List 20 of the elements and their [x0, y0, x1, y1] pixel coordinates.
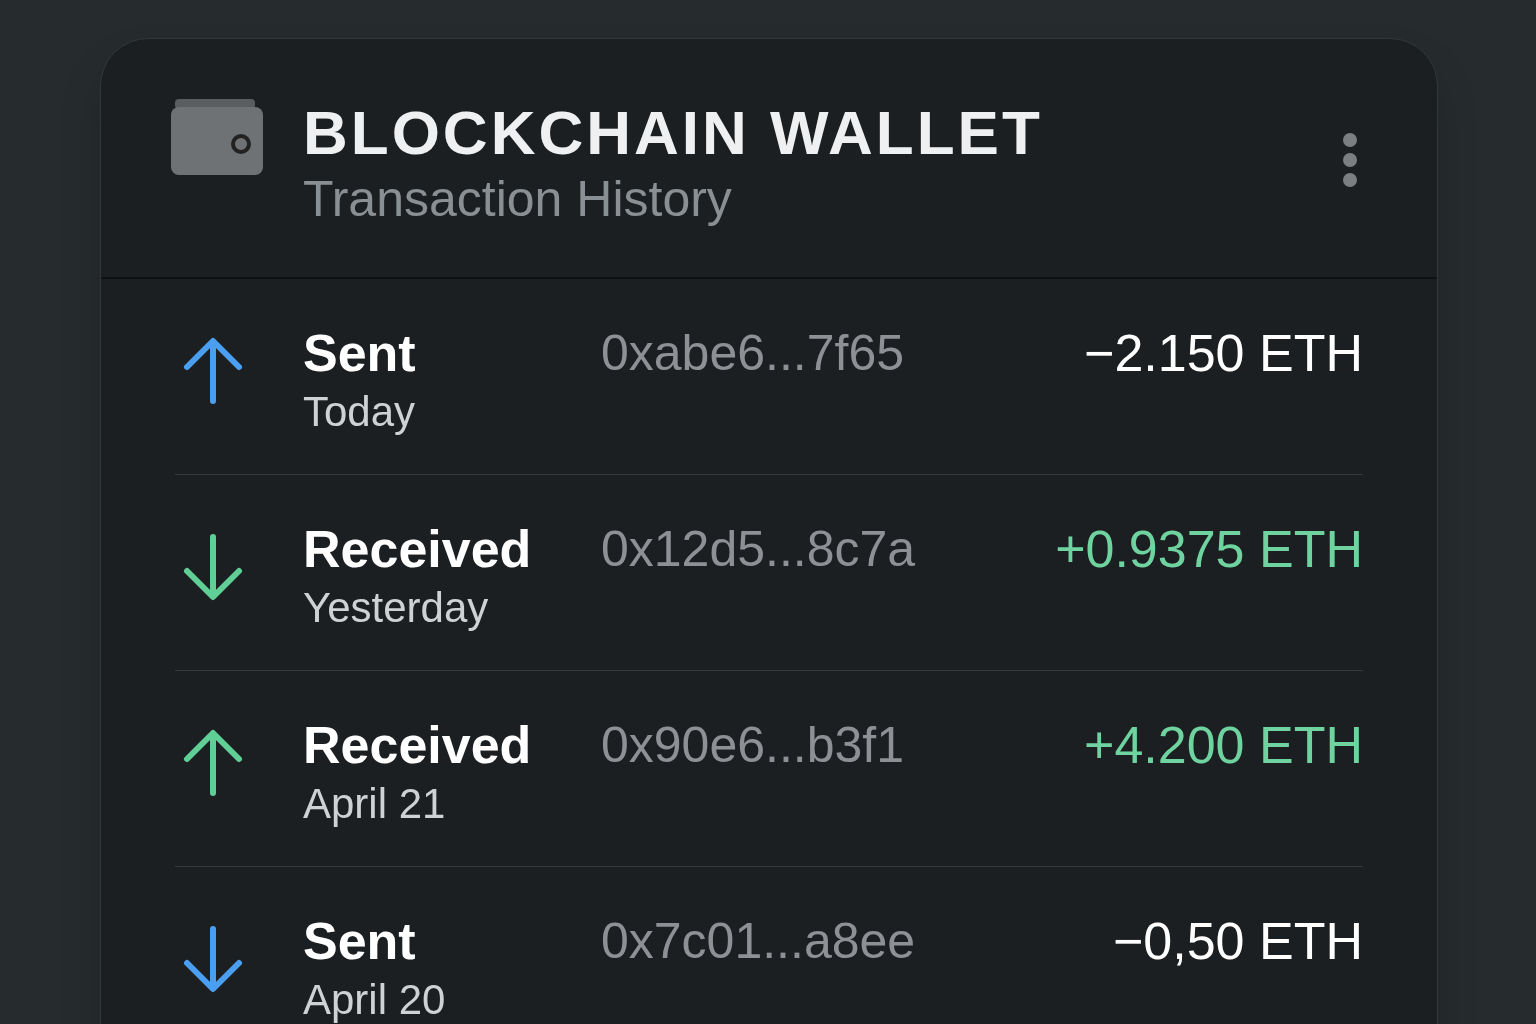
- transaction-type: Received: [303, 715, 533, 775]
- more-options-icon[interactable]: [1343, 133, 1357, 187]
- transaction-type: Sent: [303, 323, 417, 383]
- app-title: BLOCKCHAIN WALLET: [303, 97, 1043, 169]
- transaction-amount: +4.200 ETH: [1084, 715, 1363, 775]
- wallet-address: 0x7c01...a8ee: [601, 912, 916, 971]
- transaction-date: April 21: [303, 779, 447, 829]
- wallet-address: 0x12d5...8c7a: [601, 520, 916, 579]
- transaction-amount: −0,50 ETH: [1112, 911, 1363, 971]
- transaction-date: Yesterday: [303, 583, 490, 633]
- transaction-date: April 20: [303, 975, 447, 1024]
- wallet-address: 0x90e6...b3f1: [601, 716, 905, 775]
- page-subtitle: Transaction History: [303, 170, 733, 229]
- transaction-type: Sent: [303, 911, 417, 971]
- transaction-date: Today: [303, 387, 417, 437]
- wallet-icon: [171, 99, 263, 175]
- transaction-type: Received: [303, 519, 533, 579]
- transaction-amount: +0.9375 ETH: [1055, 519, 1363, 579]
- transaction-amount: −2.150 ETH: [1084, 323, 1363, 383]
- wallet-address: 0xabe6...7f65: [601, 324, 905, 383]
